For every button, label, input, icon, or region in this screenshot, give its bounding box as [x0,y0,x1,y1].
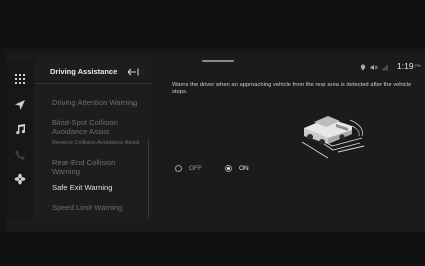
head-unit-screen: Driving Assistance Driving Attention War… [0,0,425,266]
menu-scrollbar[interactable] [148,140,149,218]
option-on[interactable]: ON [225,165,249,172]
clock-ampm: PM [415,64,421,68]
location-icon [360,64,366,72]
option-off[interactable]: OFF [175,165,202,172]
signal-icon [382,64,389,72]
feature-description: Warns the driver when an approaching veh… [172,82,412,95]
menu-item-label: Blind-Spot Collision Avoidance Assist [52,118,118,136]
top-bezel [0,0,425,48]
navigation-icon[interactable] [13,98,27,112]
settings-menu: Driving Assistance Driving Attention War… [34,60,152,220]
option-on-label: ON [239,165,249,172]
menu-item-blind-spot-collision-avoidance-assist[interactable]: Blind-Spot Collision Avoidance Assist [52,118,144,136]
grid-menu-icon[interactable] [13,72,27,86]
menu-item-reverse-collision-avoidance-assist[interactable]: Reverse Collision-Avoidance Assist [52,140,144,147]
chevron-right-icon: › [131,100,134,109]
menu-item-label: Reverse Collision-Avoidance Assist [52,140,140,146]
mute-icon [370,64,378,72]
app-rail [6,60,34,218]
radio-on[interactable] [225,165,232,172]
fan-icon[interactable] [13,172,27,186]
menu-item-rear-end-collision-warning[interactable]: Rear-End Collision Warning [52,158,144,176]
menu-item-label: Safe Exit Warning [52,183,113,192]
status-icons [360,63,389,73]
menu-item-speed-limit-warning[interactable]: Speed Limit Warning [52,203,144,212]
car-illustration [301,116,365,159]
music-icon[interactable] [13,122,27,136]
back-arrow-icon[interactable] [126,66,140,78]
drag-handle[interactable] [202,60,234,62]
menu-item-driving-attention-warning[interactable]: Driving Attention Warning › [52,98,144,109]
clock-time: 1:19 [397,61,414,71]
phone-icon[interactable] [13,148,27,162]
menu-item-label: Speed Limit Warning [52,203,123,212]
bottom-bezel [0,232,425,266]
menu-item-safe-exit-warning[interactable]: Safe Exit Warning [52,183,144,192]
radio-off[interactable] [175,165,182,172]
menu-item-label: Driving Attention Warning [52,98,138,107]
option-off-label: OFF [189,165,202,172]
menu-item-label: Rear-End Collision Warning [52,158,116,176]
menu-header: Driving Assistance [34,60,152,84]
menu-title: Driving Assistance [50,67,118,76]
